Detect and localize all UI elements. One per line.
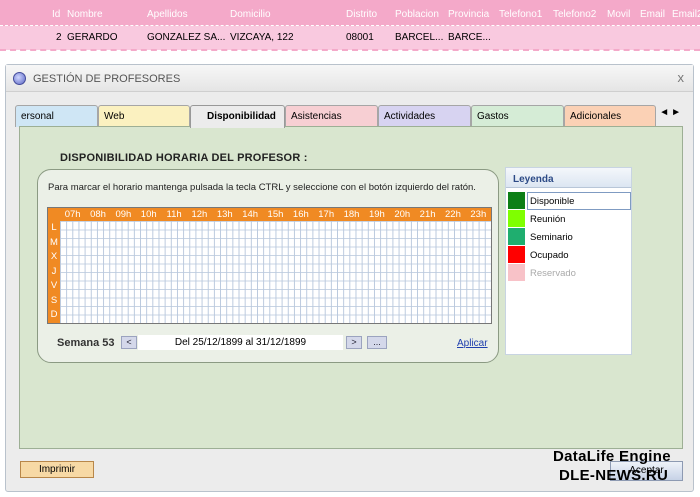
availability-grid[interactable]: 07h 08h 09h 10h 11h 12h 13h 14h 15h 16h 17h 18h 19h 2…	[47, 207, 492, 324]
section-title: DISPONIBILIDAD HORARIA DEL PROFESOR :	[60, 152, 308, 164]
watermark-line1: DataLife Engine	[553, 448, 671, 465]
tab-actividades[interactable]: Actividades	[378, 105, 471, 127]
cell-nombre: GERARDO	[67, 32, 118, 43]
col-header-poblacion[interactable]: Poblacion	[395, 9, 439, 20]
legend-label: Ocupado	[530, 250, 569, 261]
col-header-provincia[interactable]: Provincia	[448, 9, 489, 20]
hour-label: 08h	[90, 209, 106, 220]
cell-id: 2	[56, 32, 62, 43]
hour-label: 16h	[292, 209, 309, 220]
tab-adicionales[interactable]: Adicionales	[564, 105, 656, 127]
col-header-telefono1[interactable]: Telefono1	[499, 9, 542, 20]
col-header-movil[interactable]: Movil	[607, 9, 630, 20]
hour-label: 13h	[216, 209, 233, 220]
hour-label: 23h	[470, 209, 487, 220]
hour-label: 15h	[267, 209, 284, 220]
hour-label: 10h	[140, 209, 157, 220]
col-header-id[interactable]: Id	[52, 9, 60, 20]
legend-title: Leyenda	[506, 168, 631, 188]
cell-distrito: 08001	[346, 32, 374, 43]
legend-label: Disponible	[530, 196, 575, 207]
hours-header: 07h 08h 09h 10h 11h 12h 13h 14h 15h 16h 17h 18h 19h 2…	[48, 208, 491, 221]
legend-swatch	[508, 246, 525, 263]
hour-label: 14h	[242, 209, 259, 220]
print-button[interactable]: Imprimir	[20, 461, 94, 478]
legend-item-disponible[interactable]: Disponible	[508, 192, 631, 210]
close-icon[interactable]: x	[678, 70, 685, 85]
tab-gastos[interactable]: Gastos	[471, 105, 564, 127]
cell-apellidos: GONZALEZ SA...	[147, 32, 226, 43]
hour-label: 21h	[419, 209, 436, 220]
profesores-window: GESTIÓN DE PROFESORES x ersonal Web Disp…	[5, 64, 694, 492]
hour-label: 12h	[191, 209, 208, 220]
legend-label: Seminario	[530, 232, 573, 243]
grid-divider	[0, 49, 700, 51]
day-label: X	[50, 251, 58, 263]
day-label: S	[50, 294, 58, 306]
date-picker-button[interactable]: ...	[367, 336, 387, 349]
time-slot-cells[interactable]	[60, 221, 491, 323]
legend-label: Reservado	[530, 268, 576, 279]
legend-item-reservado[interactable]: Reservado	[508, 264, 630, 282]
cell-poblacion: BARCEL...	[395, 32, 444, 43]
col-header-telefono2[interactable]: Telefono2	[553, 9, 596, 20]
hour-label: 20h	[394, 209, 411, 220]
day-label: D	[50, 309, 58, 321]
date-range-field: Del 25/12/1899 al 31/12/1899	[138, 335, 343, 350]
legend-swatch	[508, 228, 525, 245]
hour-label: 22h	[445, 209, 461, 220]
hour-label: 18h	[343, 209, 360, 220]
week-label: Semana 53	[57, 337, 115, 349]
cell-domicilio: VIZCAYA, 122	[230, 32, 294, 43]
col-header-distrito[interactable]: Distrito	[346, 9, 377, 20]
legend-swatch	[508, 210, 525, 227]
tab-scroll-arrows[interactable]: ◄►	[659, 107, 683, 118]
prev-week-button[interactable]: <	[121, 336, 137, 349]
legend-item-ocupado[interactable]: Ocupado	[508, 246, 630, 264]
day-label: J	[51, 265, 57, 277]
days-column: LMXJVSD	[48, 221, 60, 323]
legend-swatch	[508, 264, 525, 281]
schedule-box: Para marcar el horario mantenga pulsada …	[37, 169, 499, 363]
hour-label: 09h	[115, 209, 132, 220]
hour-label: 17h	[318, 209, 335, 220]
hour-label: 11h	[166, 209, 182, 220]
day-label: L	[51, 222, 57, 233]
apply-link[interactable]: Aplicar	[457, 338, 488, 349]
table-row[interactable]: 2 GERARDO GONZALEZ SA... VIZCAYA, 122 08…	[0, 27, 700, 49]
app-icon	[13, 72, 26, 85]
next-week-button[interactable]: >	[346, 336, 362, 349]
tab-disponibilidad[interactable]: Disponibilidad	[190, 105, 285, 128]
watermark-line2: DLE-NEWS.RU	[559, 467, 669, 484]
records-grid-header: Id Nombre Apellidos Domicilio Distrito P…	[0, 0, 700, 26]
legend-label: Reunión	[530, 214, 566, 225]
day-label: M	[50, 236, 58, 248]
day-label: V	[50, 280, 58, 292]
window-title: GESTIÓN DE PROFESORES	[33, 73, 181, 85]
tab-strip: ersonal Web Disponibilidad Asistencias A…	[15, 105, 683, 128]
col-header-domicilio[interactable]: Domicilio	[230, 9, 271, 20]
legend-item-seminario[interactable]: Seminario	[508, 228, 630, 246]
legend-swatch	[508, 192, 525, 209]
legend-item-reunion[interactable]: Reunión	[508, 210, 630, 228]
tab-web[interactable]: Web	[98, 105, 190, 127]
hour-label: 07h	[64, 209, 81, 220]
records-grid: Id Nombre Apellidos Domicilio Distrito P…	[0, 0, 700, 51]
tab-asistencias[interactable]: Asistencias	[285, 105, 378, 127]
legend-panel: Leyenda Disponible Reunión Seminario Ocu…	[505, 167, 632, 355]
tab-personal[interactable]: ersonal	[15, 105, 98, 127]
col-header-email[interactable]: Email	[640, 9, 665, 20]
title-bar[interactable]: GESTIÓN DE PROFESORES x	[6, 65, 693, 92]
col-header-apellidos[interactable]: Apellidos	[147, 9, 188, 20]
col-header-email2[interactable]: Email2	[672, 9, 700, 20]
hour-label: 19h	[368, 209, 385, 220]
instructions-text: Para marcar el horario mantenga pulsada …	[48, 182, 476, 193]
col-header-nombre[interactable]: Nombre	[67, 9, 103, 20]
cell-provincia: BARCE...	[448, 32, 491, 43]
disponibilidad-panel: DISPONIBILIDAD HORARIA DEL PROFESOR : Pa…	[19, 126, 683, 449]
